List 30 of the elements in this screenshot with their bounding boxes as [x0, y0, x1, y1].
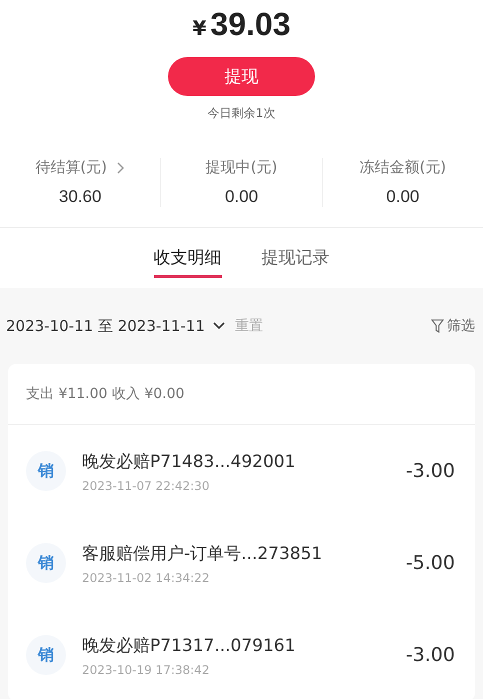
- chevron-right-icon[interactable]: [117, 162, 126, 174]
- badge-icon: 销: [26, 635, 66, 675]
- filter-button[interactable]: 筛选: [431, 317, 475, 335]
- transaction-title[interactable]: 晚发必赔P71317...079161: [82, 634, 390, 656]
- transaction-title[interactable]: 客服赔偿用户-订单号...273851: [82, 542, 390, 564]
- tab[interactable]: 收支明细: [154, 246, 222, 278]
- transaction-amount: -3.00: [406, 460, 455, 482]
- currency-symbol: ¥: [192, 16, 206, 40]
- badge-icon: 销: [26, 543, 66, 583]
- transaction-time: 2023-10-19 17:38:42: [82, 662, 210, 676]
- filter-icon[interactable]: [431, 318, 444, 334]
- transaction-time: 2023-11-02 14:34:22: [82, 570, 210, 584]
- stat-value: 0.00: [386, 187, 420, 207]
- date-range-selector[interactable]: 2023-10-11 至 2023-11-11: [6, 316, 225, 336]
- transaction-amount: -5.00: [406, 552, 455, 574]
- summary-text: 支出 ¥11.00 收入 ¥0.00: [8, 364, 475, 425]
- transaction-title[interactable]: 晚发必赔P71483...492001: [82, 450, 390, 472]
- transaction-time: 2023-11-07 22:42:30: [82, 478, 210, 492]
- chevron-down-icon: [212, 322, 225, 330]
- badge-icon: 销: [26, 451, 66, 491]
- transaction-amount: -3.00: [406, 644, 455, 666]
- stat-label: 提现中(元): [206, 158, 278, 177]
- stat-value: 30.60: [58, 187, 102, 207]
- tab[interactable]: 提现记录: [262, 246, 330, 275]
- stat-value: 0.00: [224, 187, 258, 207]
- remaining-note: 今日剩余1次: [208, 105, 276, 122]
- balance-amount: 39.03: [210, 6, 290, 43]
- withdraw-button[interactable]: 提现: [168, 57, 315, 96]
- stat-label: 冻结金额(元): [359, 158, 446, 177]
- stat-label: 待结算(元): [35, 158, 108, 177]
